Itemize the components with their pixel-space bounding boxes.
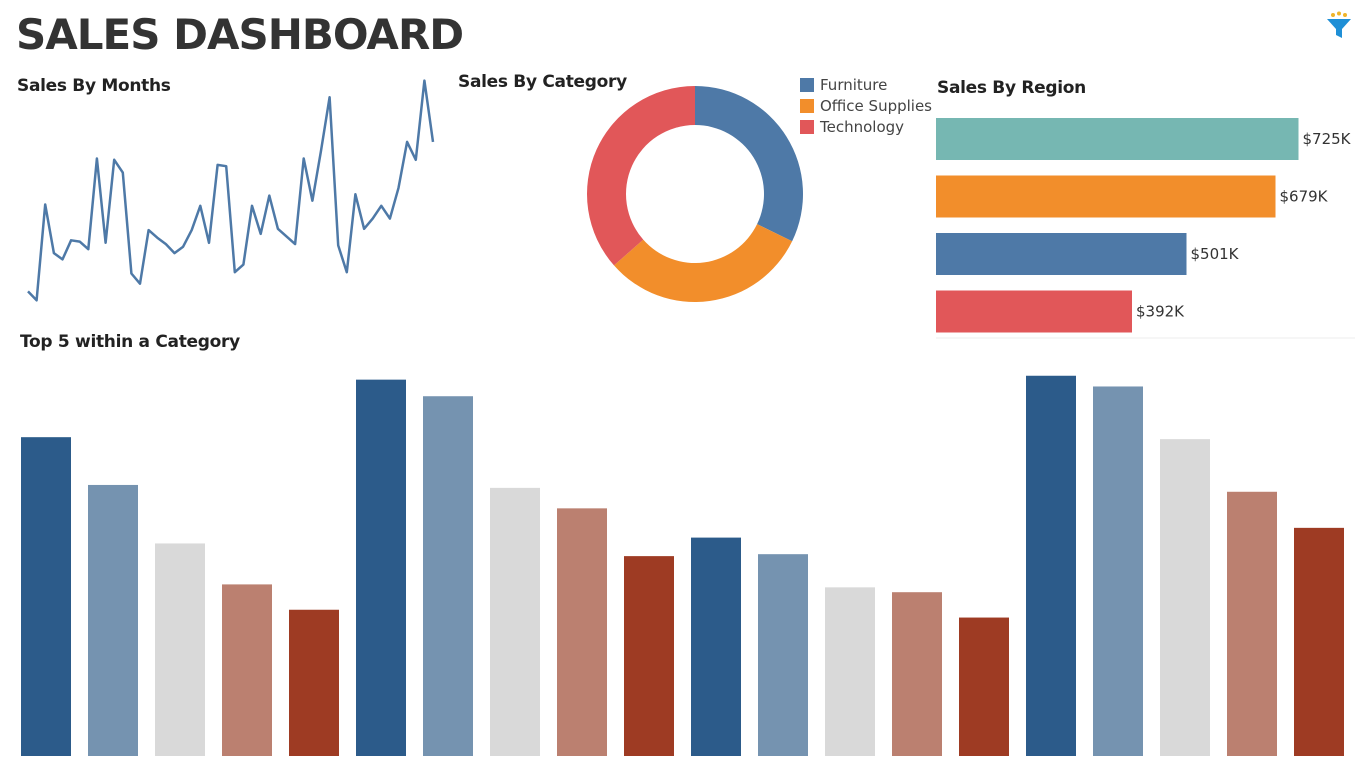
months-sales-line — [27, 79, 435, 302]
top5-bar[interactable] — [21, 437, 71, 756]
category-donut-chart — [587, 86, 803, 302]
top5-bar[interactable] — [356, 379, 406, 756]
top5-bar[interactable] — [1026, 375, 1076, 756]
top5-bar[interactable] — [624, 556, 674, 756]
legend-swatch — [800, 119, 814, 134]
top5-bar[interactable] — [222, 584, 272, 756]
region-bar-label: $679K — [1280, 188, 1329, 206]
legend-item-technology: Technology — [800, 116, 932, 137]
top5-bar[interactable] — [1160, 439, 1210, 756]
top5-bar[interactable] — [1227, 491, 1277, 756]
top5-bar[interactable] — [959, 617, 1009, 756]
legend-item-office-supplies: Office Supplies — [800, 95, 932, 116]
legend-label: Technology — [820, 117, 905, 136]
region-bar[interactable] — [936, 175, 1276, 218]
top5-bar[interactable] — [423, 396, 473, 756]
donut-slice-furniture[interactable] — [695, 86, 803, 242]
donut-slice-technology[interactable] — [587, 86, 695, 266]
filter-icon[interactable] — [1324, 10, 1354, 40]
top5-bar[interactable] — [557, 508, 607, 756]
top5-bar[interactable] — [155, 543, 205, 756]
region-bar[interactable] — [936, 118, 1299, 160]
legend-label: Furniture — [820, 75, 888, 94]
legend-label: Office Supplies — [820, 96, 933, 115]
legend-item-furniture: Furniture — [800, 74, 932, 95]
months-line-chart — [27, 79, 435, 302]
region-chart-title: Sales By Region — [937, 78, 1086, 98]
top5-bar[interactable] — [1093, 386, 1143, 756]
legend-swatch — [800, 77, 814, 92]
region-bar[interactable] — [936, 290, 1132, 333]
legend-swatch — [800, 98, 814, 113]
region-bar-chart: $725K $679K $501K $392K — [936, 118, 1355, 339]
region-bar-label: $725K — [1303, 130, 1352, 148]
category-legend: Furniture Office Supplies Technology — [800, 74, 932, 137]
top5-bar[interactable] — [1294, 527, 1344, 756]
top5-bar-chart — [21, 375, 1344, 756]
top5-bar[interactable] — [691, 537, 741, 756]
top5-bar[interactable] — [892, 592, 942, 756]
top5-bar[interactable] — [88, 484, 138, 756]
region-bar-label: $501K — [1191, 245, 1240, 263]
dashboard-title: SALES DASHBOARD — [16, 10, 464, 59]
donut-slice-office-supplies[interactable] — [613, 224, 793, 302]
top5-chart-title: Top 5 within a Category — [20, 332, 240, 352]
region-bar[interactable] — [936, 233, 1187, 275]
top5-bar[interactable] — [758, 554, 808, 756]
top5-bar[interactable] — [825, 587, 875, 756]
region-bar-label: $392K — [1136, 303, 1185, 321]
top5-bar[interactable] — [490, 487, 540, 756]
top5-bar[interactable] — [289, 609, 339, 756]
